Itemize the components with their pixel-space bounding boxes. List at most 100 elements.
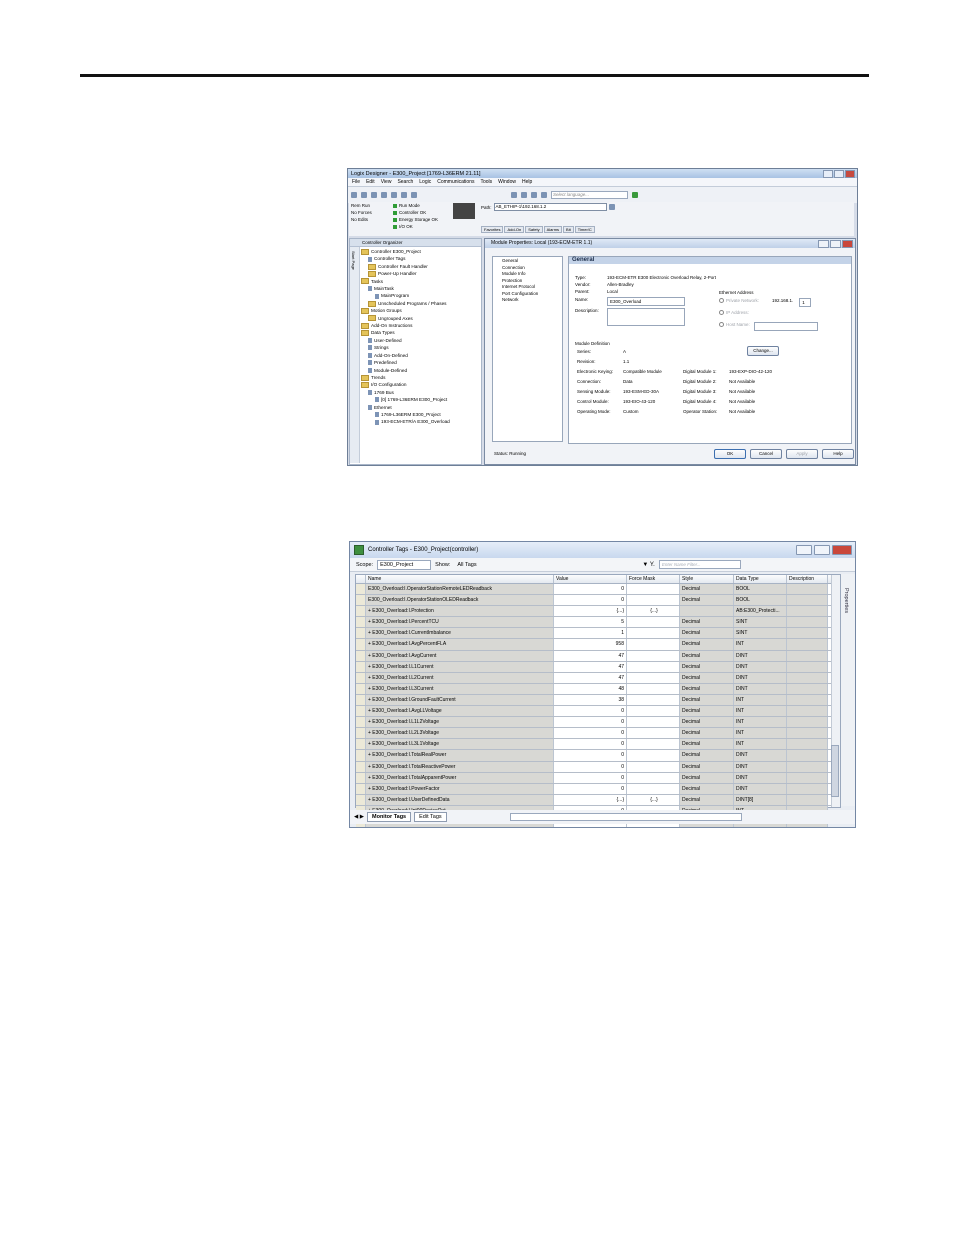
table-row[interactable]: + E300_Overload:I.L3L1Voltage 0 Decimal INT [356,739,840,751]
table-row[interactable]: + E300_Overload:I.L1L2Voltage 0 Decimal INT [356,717,840,729]
help-button[interactable]: Help [822,449,854,459]
cell-value[interactable]: 48 [554,683,627,694]
table-row[interactable]: + E300_Overload:I.TotalApparentPower 0 Dec… [356,772,840,784]
tab-edit-tags[interactable]: Edit Tags [414,812,447,822]
tree-item[interactable]: Ethernet [361,404,450,411]
col-name[interactable]: Name [366,575,554,583]
path-select[interactable]: AB_ETHIP-1\192.168.1.2 [493,203,607,211]
menu-communications[interactable]: Communications [437,179,474,185]
cell-value[interactable]: 0 [554,783,627,794]
col-value[interactable]: Value [554,575,627,583]
tree-item[interactable]: Ungrouped Axes [361,315,450,322]
menu-view[interactable]: View [381,179,392,185]
new-icon[interactable] [351,192,357,198]
paste-icon[interactable] [411,192,417,198]
ok-button[interactable]: OK [714,449,746,459]
tree-item[interactable]: Trends [361,374,450,381]
cell-value[interactable]: 47 [554,650,627,661]
cell-value[interactable]: 1 [554,628,627,639]
vertical-scrollbar[interactable] [831,575,840,807]
tab-nav-left[interactable]: ◀ ▶ [354,814,364,820]
table-row[interactable]: + E300_Overload:I.AvgLLVoltage 0 Decimal IN… [356,706,840,718]
tree-item[interactable]: Controller Fault Handler [361,263,450,270]
tags-maximize-button[interactable] [814,545,830,555]
save-icon[interactable] [371,192,377,198]
close-button[interactable] [845,169,855,178]
tree-item[interactable]: I/O Configuration [361,381,450,389]
language-select[interactable]: Select language... [551,191,628,199]
cut-icon[interactable] [391,192,397,198]
maximize-button[interactable] [834,169,844,178]
menu-edit[interactable]: Edit [366,179,375,185]
cell-value[interactable]: 38 [554,694,627,706]
scope-select[interactable]: E300_Project [377,559,432,570]
cell-value[interactable]: 47 [554,672,627,683]
zoom-icon[interactable] [541,192,547,198]
apply-button[interactable]: Apply [786,449,818,459]
tab-addon[interactable]: Add-On [504,226,525,233]
table-row[interactable]: E300_Overload:I.OperatorStationRemoteLED… [356,584,840,596]
tags-close-button[interactable] [832,545,852,555]
table-row[interactable]: + E300_Overload:I.PowerFactor 0 Decimal DIN… [356,783,840,795]
table-row[interactable]: + E300_Overload:I.AvgCurrent 47 Decimal DIN… [356,650,840,662]
col-style[interactable]: Style [680,575,734,583]
cell-value[interactable]: 0 [554,584,627,595]
table-row[interactable]: + E300_Overload:I.AvgPercentFLA 958 Decima… [356,639,840,651]
ip-address-radio[interactable] [719,310,724,315]
verify-icon[interactable] [531,192,537,198]
table-row[interactable]: + E300_Overload:I.UserDefinedData {...} {.… [356,794,840,806]
tree-item[interactable]: Controller Tags [361,255,450,262]
tree-item[interactable]: Predefined [361,359,450,366]
cell-value[interactable]: 0 [554,717,627,728]
col-data-type[interactable]: Data Type [734,575,787,583]
dialog-close-button[interactable] [842,240,853,248]
table-row[interactable]: + E300_Overload:I.L3Current 48 Decimal DINT [356,683,840,695]
properties-sidebar[interactable]: Properties [841,574,855,806]
start-page-tab[interactable]: Start Page [350,247,360,463]
cell-value[interactable]: {...} [554,794,627,805]
cell-value[interactable]: 0 [554,739,627,750]
private-network-octet[interactable]: 1 [799,298,812,307]
dialog-maximize-button[interactable] [830,240,841,248]
col-force-mask[interactable]: Force Mask [627,575,680,583]
filter-icon[interactable]: ▼ Y. [642,562,654,568]
tab-bit[interactable]: Bit [563,226,574,233]
name-filter-input[interactable]: Enter Name Filter... [658,560,741,569]
table-row[interactable]: + E300_Overload:I.CurrentImbalance 1 Decim… [356,628,840,640]
undo-icon[interactable] [511,192,517,198]
cell-value[interactable]: {...} [554,606,627,617]
table-row[interactable]: + E300_Overload:I.L1Current 47 Decimal DINT [356,661,840,673]
tree-item[interactable]: User-Defined [361,337,450,344]
menu-tools[interactable]: Tools [480,179,492,185]
find-icon[interactable] [521,192,527,198]
tree-item[interactable]: MainProgram [361,292,450,299]
show-select[interactable]: All Tags [454,560,638,570]
private-network-radio[interactable] [719,298,724,303]
host-name-radio[interactable] [719,322,724,327]
tree-item[interactable]: 193-ECM-ETR/A E300_Overload [361,418,450,425]
tree-item[interactable]: MainTask [361,285,450,292]
cell-value[interactable]: 0 [554,750,627,761]
change-button[interactable]: Change... [747,346,779,356]
open-icon[interactable] [361,192,367,198]
table-row[interactable]: + E300_Overload:I.PercentTCU 5 Decimal SINT [356,617,840,629]
table-row[interactable]: + E300_Overload:I.GroundFaultCurrent 38 De… [356,694,840,707]
tree-item[interactable]: Add-On Instructions [361,322,450,329]
minimize-button[interactable] [823,169,833,178]
tree-item[interactable]: Unscheduled Programs / Phases [361,300,450,307]
description-input[interactable] [607,308,685,326]
menu-logic[interactable]: Logic [419,179,431,185]
host-name-input[interactable] [754,322,818,331]
tab-safety[interactable]: Safety [525,226,543,233]
scroll-thumb[interactable] [831,745,839,797]
cell-value[interactable]: 0 [554,772,627,783]
network-icon[interactable] [608,204,615,210]
tree-item[interactable]: [0] 1769-L36ERM E300_Project [361,396,450,403]
tab-monitor-tags[interactable]: Monitor Tags [367,812,412,822]
cell-value[interactable]: 47 [554,661,627,672]
table-row[interactable]: + E300_Overload:I.Protection {...} {...} AB… [356,606,840,618]
cell-value[interactable]: 958 [554,639,627,650]
name-input[interactable]: E300_Overload [607,297,685,306]
tree-item[interactable]: 1769-L36ERM E300_Project [361,411,450,418]
go-icon[interactable] [632,192,638,198]
